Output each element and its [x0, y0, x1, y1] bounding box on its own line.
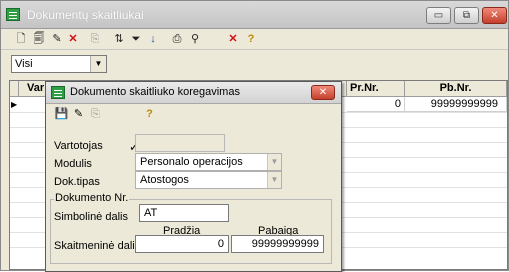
find-icon[interactable]: ⚲ [187, 31, 203, 47]
numeric-label: Skaitmeninė dalis [54, 240, 141, 252]
grid-corner [10, 81, 19, 97]
new-document-icon[interactable]: 🗋 [13, 31, 29, 47]
dialog-title-bar[interactable]: Dokumento skaitliuko koregavimas ✕ [46, 82, 341, 104]
symbolic-field[interactable]: AT [139, 204, 229, 222]
user-field[interactable] [135, 134, 225, 152]
module-label: Modulis [54, 158, 92, 170]
doc-type-select-value: Atostogos [140, 174, 189, 186]
group-title: Dokumento Nr. [54, 192, 130, 204]
edit-icon[interactable]: ✎ [49, 31, 65, 47]
chevron-down-icon[interactable]: ▼ [267, 154, 281, 170]
help-icon[interactable]: ? [142, 107, 157, 122]
column-header-start[interactable]: Pr.Nr. [347, 81, 405, 97]
module-select[interactable]: Personalo operacijos ▼ [135, 153, 282, 171]
chevron-down-icon[interactable]: ▼ [267, 172, 281, 188]
dialog-title: Dokumento skaitliuko koregavimas [70, 86, 240, 98]
module-select-value: Personalo operacijos [140, 156, 243, 168]
chevron-down-icon[interactable]: ▼ [90, 56, 106, 72]
paste-icon[interactable]: ⎘ [87, 31, 103, 47]
row-indicator-icon: ▶ [11, 100, 18, 109]
sort-icon[interactable]: ⇅ [111, 31, 127, 47]
table-cell-start[interactable]: 0 [347, 97, 405, 112]
user-label: Vartotojas [54, 140, 103, 152]
doc-type-label: Dok.tipas [54, 176, 100, 188]
filter-icon[interactable]: ⏷ [128, 31, 144, 47]
symbolic-label: Simbolinė dalis [54, 211, 128, 223]
save-icon[interactable]: 💾 [54, 107, 69, 122]
print-icon[interactable]: ⎙ [169, 31, 185, 47]
filter-select[interactable]: Visi ▼ [11, 55, 107, 73]
copy-document-icon[interactable]: 🗐 [31, 31, 47, 47]
dialog-close-button[interactable]: ✕ [311, 85, 335, 100]
window-title: Dokumentų skaitliukai [27, 8, 144, 22]
dialog-app-icon [51, 86, 65, 99]
paste-icon[interactable]: ⎘ [88, 107, 103, 122]
title-bar[interactable]: Dokumentų skaitliukai ▭ ⧉ ✕ [1, 1, 508, 29]
start-field[interactable]: 0 [135, 235, 229, 253]
table-cell-end[interactable]: 99999999999 [405, 97, 507, 112]
column-header-end[interactable]: Pb.Nr. [405, 81, 507, 97]
filter-select-value: Visi [15, 58, 33, 70]
delete-icon[interactable]: ✕ [65, 31, 81, 47]
main-window: Dokumentų skaitliukai ▭ ⧉ ✕ 🗋 🗐 ✎ ✕ ⎘ ⇅ … [0, 0, 509, 272]
app-icon [6, 8, 20, 21]
close-button[interactable]: ✕ [482, 7, 507, 24]
sort-az-icon[interactable]: ↓ [145, 31, 161, 47]
edit-counter-dialog: Dokumento skaitliuko koregavimas ✕ 💾 ✎ ⎘… [45, 81, 342, 272]
filter-bar: Visi ▼ [1, 49, 508, 77]
help-icon[interactable]: ? [243, 31, 259, 47]
end-field[interactable]: 99999999999 [231, 235, 324, 253]
minimize-button[interactable]: ▭ [426, 7, 451, 24]
clear-icon[interactable]: ✕ [225, 31, 241, 47]
maximize-button[interactable]: ⧉ [454, 7, 479, 24]
edit-icon[interactable]: ✎ [71, 107, 86, 122]
toolbar: 🗋 🗐 ✎ ✕ ⎘ ⇅ ⏷ ↓ ⎙ ⚲ ✕ ? [1, 29, 508, 49]
doc-type-select[interactable]: Atostogos ▼ [135, 171, 282, 189]
